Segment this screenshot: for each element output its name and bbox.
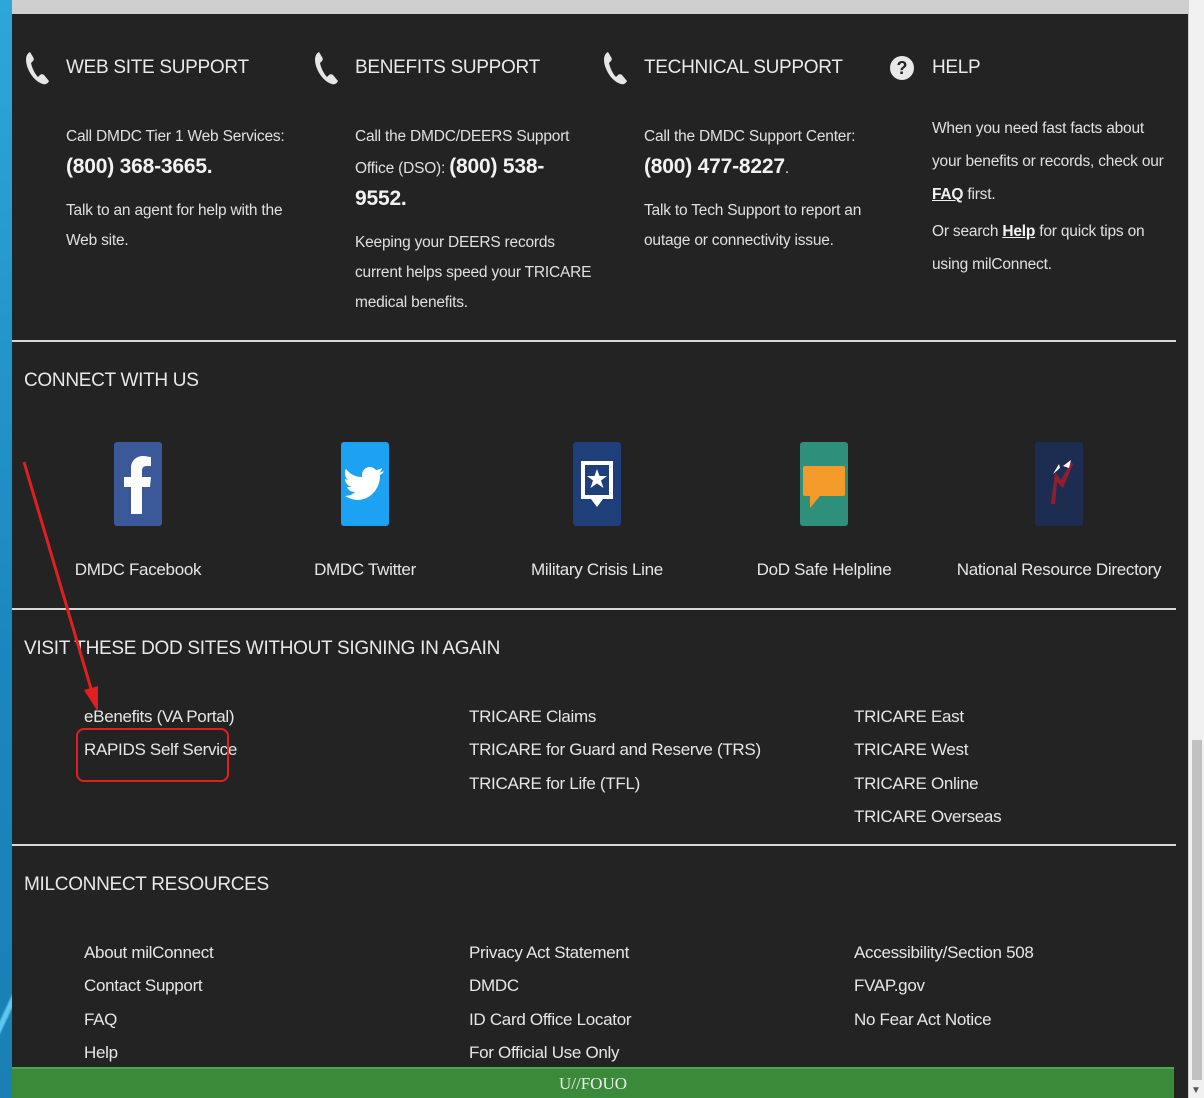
web-support-call-text: Call DMDC Tier 1 Web Services:: [66, 128, 285, 145]
tricare-east-link[interactable]: TRICARE East: [854, 700, 1001, 733]
tricare-tfl-link[interactable]: TRICARE for Life (TFL): [469, 767, 761, 800]
tech-support-period: .: [784, 160, 789, 177]
tech-support-desc: Talk to Tech Support to report an outage…: [644, 202, 862, 249]
resources-col-1: About milConnect Contact Support FAQ Hel…: [84, 936, 214, 1069]
question-icon: ?: [890, 48, 920, 88]
help-faq-post: first.: [963, 186, 996, 203]
about-milconnect-link[interactable]: About milConnect: [84, 936, 214, 969]
dod-sites-title: VISIT THESE DOD SITES WITHOUT SIGNING IN…: [24, 638, 501, 659]
crisis-line-icon: [573, 442, 621, 526]
official-use-link[interactable]: For Official Use Only: [469, 1036, 631, 1069]
national-resource-directory-label: National Resource Directory: [956, 560, 1162, 579]
national-resource-directory-link[interactable]: National Resource Directory: [946, 442, 1172, 580]
faq-link[interactable]: FAQ: [932, 186, 963, 203]
resources-col-2: Privacy Act Statement DMDC ID Card Offic…: [469, 936, 632, 1069]
web-support-phone-text: Call DMDC Tier 1 Web Services: (800) 368…: [66, 122, 316, 184]
tricare-online-link[interactable]: TRICARE Online: [854, 767, 1001, 800]
help-faq-pre: When you need fast facts about your bene…: [932, 120, 1164, 170]
phone-icon: [313, 48, 343, 88]
tech-support-call-text: Call the DMDC Support Center:: [644, 128, 856, 145]
help-footer-link[interactable]: Help: [84, 1036, 213, 1069]
benefits-support: BENEFITS SUPPORT Call the DMDC/DEERS Sup…: [301, 44, 591, 330]
divider: [12, 340, 1176, 342]
help-search-text: Or search Help for quick tips on using m…: [932, 215, 1177, 281]
safe-helpline-icon: [800, 442, 848, 526]
support-section: WEB SITE SUPPORT Call DMDC Tier 1 Web Se…: [12, 44, 1188, 354]
privacy-act-link[interactable]: Privacy Act Statement: [469, 936, 631, 969]
no-fear-act-link[interactable]: No Fear Act Notice: [854, 1003, 1034, 1036]
web-site-support-title: WEB SITE SUPPORT: [66, 57, 249, 78]
dod-sites-col-2: TRICARE Claims TRICARE for Guard and Res…: [469, 700, 761, 800]
web-support-desc: Talk to an agent for help with the Web s…: [66, 202, 283, 249]
dmdc-twitter-label: DMDC Twitter: [314, 560, 416, 579]
technical-support: TECHNICAL SUPPORT Call the DMDC Support …: [590, 44, 870, 268]
page-scrollbar[interactable]: ▼: [1188, 0, 1204, 1098]
dod-safe-helpline-label: DoD Safe Helpline: [756, 560, 892, 579]
faq-footer-link[interactable]: FAQ: [84, 1003, 213, 1036]
help-support: ? HELP When you need fast facts about yo…: [878, 44, 1178, 293]
tricare-overseas-link[interactable]: TRICARE Overseas: [854, 800, 1002, 833]
help-faq-text: When you need fast facts about your bene…: [932, 112, 1177, 211]
tricare-claims-link[interactable]: TRICARE Claims: [469, 700, 761, 733]
connect-title: CONNECT WITH US: [24, 370, 199, 391]
help-title: HELP: [932, 57, 981, 78]
military-crisis-line-label: Military Crisis Line: [531, 560, 663, 579]
resources-col-3: Accessibility/Section 508 FVAP.gov No Fe…: [854, 936, 1034, 1036]
dod-safe-helpline-link[interactable]: DoD Safe Helpline: [724, 442, 924, 580]
facebook-icon: [114, 442, 162, 526]
tricare-west-link[interactable]: TRICARE West: [854, 733, 1001, 766]
scroll-down-icon[interactable]: ▼: [1191, 1085, 1201, 1096]
id-card-locator-link[interactable]: ID Card Office Locator: [469, 1003, 632, 1036]
dod-sites-col-3: TRICARE East TRICARE West TRICARE Online…: [854, 700, 1002, 833]
dmdc-link[interactable]: DMDC: [469, 969, 631, 1002]
benefits-support-phone-text: Call the DMDC/DEERS Support Office (DSO)…: [355, 122, 595, 216]
twitter-icon: [341, 442, 389, 526]
help-link[interactable]: Help: [1002, 223, 1035, 240]
dmdc-facebook-link[interactable]: DMDC Facebook: [38, 442, 238, 580]
dmdc-facebook-label: DMDC Facebook: [74, 560, 202, 579]
contact-support-link[interactable]: Contact Support: [84, 969, 213, 1002]
military-crisis-line-link[interactable]: Military Crisis Line: [497, 442, 697, 580]
scrollbar-thumb[interactable]: [1192, 740, 1202, 1080]
fvap-link[interactable]: FVAP.gov: [854, 969, 1034, 1002]
tricare-trs-link[interactable]: TRICARE for Guard and Reserve (TRS): [469, 733, 761, 766]
tech-support-phone[interactable]: (800) 477-8227: [644, 155, 785, 178]
help-search-pre: Or search: [932, 223, 1003, 240]
benefits-support-title: BENEFITS SUPPORT: [355, 57, 540, 78]
nrd-icon: [1035, 442, 1083, 526]
footer-page: WEB SITE SUPPORT Call DMDC Tier 1 Web Se…: [12, 0, 1188, 1098]
divider: [12, 608, 1176, 610]
resources-title: MILCONNECT RESOURCES: [24, 874, 269, 895]
dmdc-twitter-link[interactable]: DMDC Twitter: [265, 442, 465, 580]
phone-icon: [602, 48, 632, 88]
benefits-support-desc: Keeping your DEERS records current helps…: [355, 234, 592, 311]
web-site-support: WEB SITE SUPPORT Call DMDC Tier 1 Web Se…: [12, 44, 292, 268]
fouo-banner: U//FOUO: [12, 1067, 1174, 1098]
technical-support-title: TECHNICAL SUPPORT: [644, 57, 843, 78]
web-support-phone[interactable]: (800) 368-3665.: [66, 155, 213, 178]
highlight-box: [76, 728, 229, 782]
tech-support-phone-text: Call the DMDC Support Center: (800) 477-…: [644, 122, 889, 184]
accessibility-link[interactable]: Accessibility/Section 508: [854, 936, 1034, 969]
divider: [12, 844, 1176, 846]
phone-icon: [24, 48, 54, 88]
